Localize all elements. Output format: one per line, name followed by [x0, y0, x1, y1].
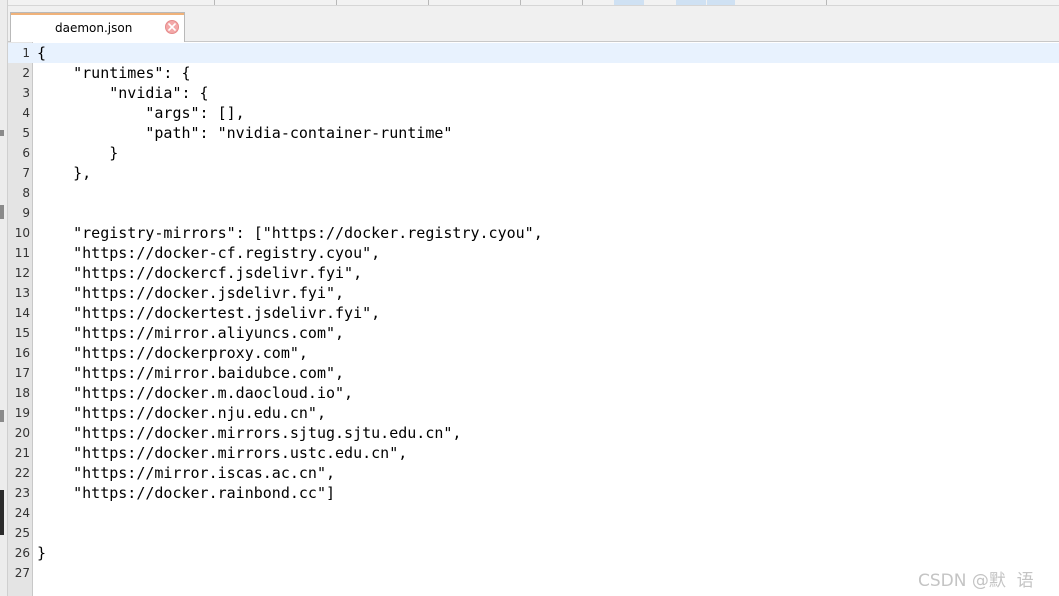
line-number: 13	[14, 286, 30, 300]
line-number: 24	[14, 506, 30, 520]
line-number: 14	[14, 306, 30, 320]
line-number: 27	[14, 566, 30, 580]
tab-bar: daemon.json	[8, 6, 1059, 42]
line-number: 20	[14, 426, 30, 440]
code-line[interactable]: 1{	[8, 43, 1059, 63]
line-number: 15	[14, 326, 30, 340]
line-text[interactable]: }	[37, 543, 46, 563]
line-text[interactable]: "https://docker.rainbond.cc"]	[37, 483, 335, 503]
code-line[interactable]: 3 "nvidia": {	[8, 83, 1059, 103]
line-number: 17	[14, 366, 30, 380]
line-number: 19	[14, 406, 30, 420]
line-number: 2	[22, 66, 30, 80]
line-text[interactable]: {	[37, 43, 46, 63]
text-editor[interactable]: 1{2 "runtimes": {3 "nvidia": {4 "args": …	[8, 42, 1059, 596]
code-line[interactable]: 9	[8, 203, 1059, 223]
line-text[interactable]: "https://docker.jsdelivr.fyi",	[37, 283, 344, 303]
watermark: CSDN @默 语	[918, 571, 1034, 591]
code-line[interactable]: 22 "https://mirror.iscas.ac.cn",	[8, 463, 1059, 483]
code-line[interactable]: 26}	[8, 543, 1059, 563]
line-text[interactable]: "https://docker.mirrors.ustc.edu.cn",	[37, 443, 407, 463]
notepad-window: daemon.json 1{2 "runtimes": {3 "nvidia":…	[0, 0, 1059, 596]
code-line[interactable]: 15 "https://mirror.aliyuncs.com",	[8, 323, 1059, 343]
code-line[interactable]: 16 "https://dockerproxy.com",	[8, 343, 1059, 363]
code-line[interactable]: 18 "https://docker.m.daocloud.io",	[8, 383, 1059, 403]
line-text[interactable]: "https://docker.m.daocloud.io",	[37, 383, 353, 403]
line-number: 7	[22, 166, 30, 180]
line-number: 23	[14, 486, 30, 500]
close-icon[interactable]	[165, 20, 179, 34]
line-text[interactable]: "runtimes": {	[37, 63, 190, 83]
line-number: 6	[22, 146, 30, 160]
code-line[interactable]: 2 "runtimes": {	[8, 63, 1059, 83]
line-number: 22	[14, 466, 30, 480]
line-text[interactable]: "https://mirror.aliyuncs.com",	[37, 323, 344, 343]
code-line[interactable]: 27	[8, 563, 1059, 583]
line-number: 8	[22, 186, 30, 200]
code-line[interactable]: 12 "https://dockercf.jsdelivr.fyi",	[8, 263, 1059, 283]
code-line[interactable]: 20 "https://docker.mirrors.sjtug.sjtu.ed…	[8, 423, 1059, 443]
line-number: 26	[14, 546, 30, 560]
code-line[interactable]: 24	[8, 503, 1059, 523]
line-number: 16	[14, 346, 30, 360]
line-number: 25	[14, 526, 30, 540]
code-line[interactable]: 14 "https://dockertest.jsdelivr.fyi",	[8, 303, 1059, 323]
line-text[interactable]: "registry-mirrors": ["https://docker.reg…	[37, 223, 543, 243]
line-text[interactable]: "https://docker.mirrors.sjtug.sjtu.edu.c…	[37, 423, 461, 443]
line-text[interactable]: "https://mirror.iscas.ac.cn",	[37, 463, 335, 483]
code-line[interactable]: 11 "https://docker-cf.registry.cyou",	[8, 243, 1059, 263]
code-line[interactable]: 23 "https://docker.rainbond.cc"]	[8, 483, 1059, 503]
line-number: 10	[14, 226, 30, 240]
line-text[interactable]: "nvidia": {	[37, 83, 208, 103]
line-number: 18	[14, 386, 30, 400]
line-text[interactable]: }	[37, 143, 118, 163]
code-line[interactable]: 21 "https://docker.mirrors.ustc.edu.cn",	[8, 443, 1059, 463]
code-line[interactable]: 17 "https://mirror.baidubce.com",	[8, 363, 1059, 383]
line-text[interactable]: "path": "nvidia-container-runtime"	[37, 123, 452, 143]
line-number: 3	[22, 86, 30, 100]
line-number: 5	[22, 126, 30, 140]
code-line[interactable]: 4 "args": [],	[8, 103, 1059, 123]
code-line[interactable]: 7 },	[8, 163, 1059, 183]
line-number: 9	[22, 206, 30, 220]
line-text[interactable]: "args": [],	[37, 103, 244, 123]
line-text[interactable]: },	[37, 163, 91, 183]
tab-label: daemon.json	[55, 21, 133, 35]
line-text[interactable]: "https://dockertest.jsdelivr.fyi",	[37, 303, 380, 323]
line-text[interactable]: "https://docker.nju.edu.cn",	[37, 403, 326, 423]
code-line[interactable]: 25	[8, 523, 1059, 543]
code-line[interactable]: 5 "path": "nvidia-container-runtime"	[8, 123, 1059, 143]
line-number: 11	[14, 246, 30, 260]
code-line[interactable]: 6 }	[8, 143, 1059, 163]
line-number: 12	[14, 266, 30, 280]
tab-daemon-json[interactable]: daemon.json	[10, 12, 185, 42]
code-line[interactable]: 8	[8, 183, 1059, 203]
line-text[interactable]: "https://dockerproxy.com",	[37, 343, 308, 363]
code-line[interactable]: 10 "registry-mirrors": ["https://docker.…	[8, 223, 1059, 243]
line-text[interactable]: "https://docker-cf.registry.cyou",	[37, 243, 380, 263]
line-text[interactable]: "https://dockercf.jsdelivr.fyi",	[37, 263, 362, 283]
line-number: 1	[22, 46, 30, 60]
code-line[interactable]: 13 "https://docker.jsdelivr.fyi",	[8, 283, 1059, 303]
line-number: 4	[22, 106, 30, 120]
line-text[interactable]: "https://mirror.baidubce.com",	[37, 363, 344, 383]
tab-active-indicator	[11, 13, 184, 15]
window-left-edge	[0, 0, 8, 596]
line-number: 21	[14, 446, 30, 460]
code-line[interactable]: 19 "https://docker.nju.edu.cn",	[8, 403, 1059, 423]
